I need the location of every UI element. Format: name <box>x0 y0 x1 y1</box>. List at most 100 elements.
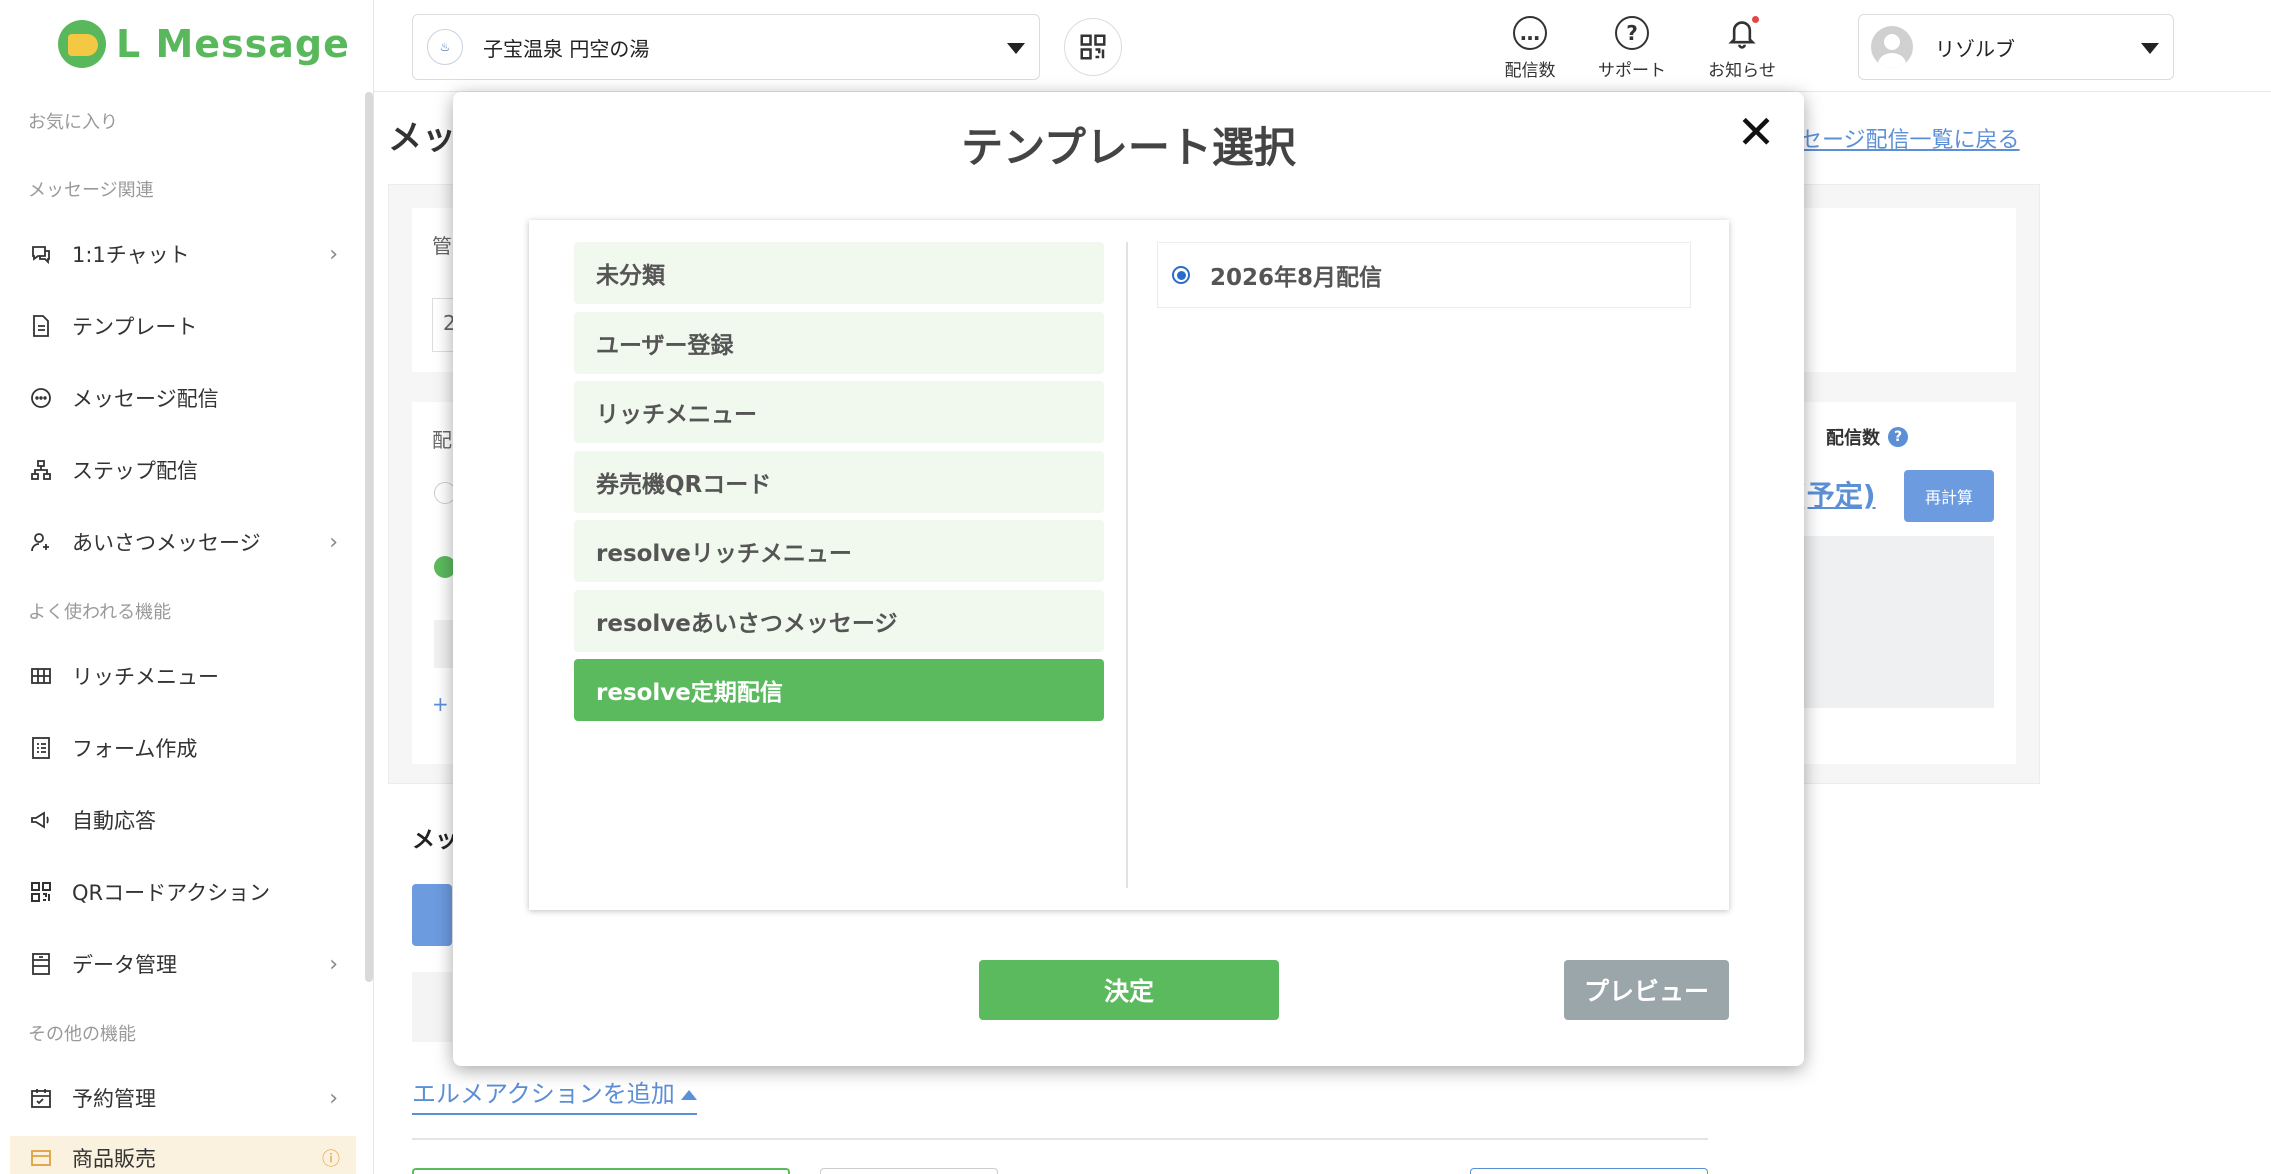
section-favorites: お気に入り <box>28 112 118 133</box>
modal-title: テンプレート選択 <box>961 123 1296 172</box>
chevron-down-icon <box>1007 43 1025 54</box>
section-other: その他の機能 <box>28 1024 136 1045</box>
scheduled-count-link[interactable]: (予定) <box>1794 474 1876 514</box>
sidebar-item-label: 商品販売 <box>72 1147 156 1171</box>
message-editor-area <box>412 972 452 1042</box>
folder-item[interactable]: 未分類 <box>574 242 1104 304</box>
count-detail-box <box>1794 536 1994 708</box>
message-section-title: メッ <box>412 827 458 853</box>
user-name: リゾルブ <box>1935 36 2015 61</box>
recalculate-button[interactable]: 再計算 <box>1904 470 1994 522</box>
template-item[interactable]: 2026年8月配信 <box>1157 242 1691 308</box>
card-icon <box>28 1145 54 1171</box>
alert-icon: ⓘ <box>322 1149 340 1170</box>
grid-icon <box>28 663 54 689</box>
hierarchy-icon <box>28 457 54 483</box>
account-select[interactable]: ♨ 子宝温泉 円空の湯 <box>412 14 1040 80</box>
delivery-count-button[interactable]: … 配信数 <box>1485 16 1575 81</box>
add-condition-link[interactable]: + <box>432 692 449 716</box>
question-icon: ? <box>1615 16 1649 50</box>
account-name: 子宝温泉 円空の湯 <box>483 36 650 61</box>
confirm-button[interactable]: 決定 <box>979 960 1279 1020</box>
sidebar-item-rich-menu[interactable]: リッチメニュー <box>28 654 338 698</box>
sidebar-item-label: QRコードアクション <box>72 881 271 905</box>
chevron-right-icon: › <box>329 951 338 977</box>
sidebar: L Message お気に入り メッセージ関連 1:1チャット › テンプレート… <box>0 0 374 1174</box>
divider <box>412 1138 1708 1140</box>
sidebar-item-label: データ管理 <box>72 953 177 977</box>
sidebar-item-data-management[interactable]: データ管理 › <box>28 942 338 986</box>
notification-dot <box>1752 16 1759 23</box>
chevron-right-icon: › <box>329 1085 338 1111</box>
folder-item[interactable]: resolveリッチメニュー <box>574 520 1104 582</box>
message-dots-icon: … <box>1513 16 1547 50</box>
folder-item[interactable]: resolveあいさつメッセージ <box>574 589 1104 652</box>
template-selector: 未分類 ユーザー登録 リッチメニュー 券売機QRコード resolveリッチメニ… <box>529 220 1729 910</box>
sidebar-item-label: 予約管理 <box>72 1087 156 1111</box>
bottom-button-middle[interactable] <box>820 1168 998 1174</box>
sidebar-item-form[interactable]: フォーム作成 <box>28 726 338 770</box>
sidebar-item-template[interactable]: テンプレート <box>28 304 338 348</box>
back-to-list-link[interactable]: ッセージ配信一覧に戻る <box>1778 122 2020 154</box>
sidebar-item-product-sales[interactable]: 商品販売 ⓘ <box>10 1136 356 1174</box>
support-label: サポート <box>1598 61 1666 81</box>
chevron-right-icon: › <box>329 241 338 267</box>
sidebar-item-message-delivery[interactable]: メッセージ配信 <box>28 376 338 420</box>
bell-icon <box>1725 16 1759 50</box>
sidebar-item-label: あいさつメッセージ <box>72 531 261 555</box>
user-menu[interactable]: リゾルブ <box>1858 14 2174 80</box>
stat-label: 配信数 <box>1826 428 1880 449</box>
avatar <box>1871 26 1913 68</box>
account-logo-icon: ♨ <box>427 29 463 65</box>
chevron-down-icon <box>2141 43 2159 54</box>
add-action-label: エルメアクションを追加 <box>412 1080 675 1108</box>
chevron-right-icon: › <box>329 529 338 555</box>
chat-bubbles-icon <box>28 241 54 267</box>
database-icon <box>28 951 54 977</box>
add-action-toggle[interactable]: エルメアクションを追加 <box>412 1074 697 1115</box>
sidebar-item-label: テンプレート <box>72 315 198 339</box>
close-icon[interactable]: ✕ <box>1732 105 1780 159</box>
folder-list: 未分類 ユーザー登録 リッチメニュー 券売機QRコード resolveリッチメニ… <box>574 242 1104 729</box>
message-bubble-icon <box>28 385 54 411</box>
bottom-button-left[interactable] <box>412 1168 790 1174</box>
help-icon[interactable]: ? <box>1888 427 1908 447</box>
calendar-icon <box>28 1085 54 1111</box>
preview-button[interactable]: プレビュー <box>1564 960 1729 1020</box>
column-divider <box>1126 242 1128 888</box>
qr-code-button[interactable] <box>1064 18 1122 76</box>
sidebar-item-step-delivery[interactable]: ステップ配信 <box>28 448 338 492</box>
user-plus-icon <box>28 529 54 555</box>
section-frequent: よく使われる機能 <box>28 602 172 623</box>
folder-item[interactable]: 券売機QRコード <box>574 450 1104 513</box>
sidebar-item-qr-action[interactable]: QRコードアクション <box>28 870 338 914</box>
caret-up-icon <box>680 1090 697 1100</box>
app-logo[interactable]: L Message <box>58 20 350 68</box>
sidebar-scrollbar[interactable] <box>365 92 373 982</box>
folder-item[interactable]: ユーザー登録 <box>574 311 1104 374</box>
bottom-button-right[interactable] <box>1470 1168 1708 1174</box>
message-tab-button[interactable] <box>412 884 452 946</box>
sidebar-item-chat[interactable]: 1:1チャット › <box>28 232 338 276</box>
sidebar-item-reservation[interactable]: 予約管理 › <box>28 1076 338 1120</box>
sidebar-item-auto-reply[interactable]: 自動応答 <box>28 798 338 842</box>
notifications-button[interactable]: お知らせ <box>1697 16 1787 81</box>
document-icon <box>28 313 54 339</box>
delivery-count-stat: 配信数 ? <box>1826 424 1908 450</box>
section-message: メッセージ関連 <box>28 180 154 201</box>
folder-item-active[interactable]: resolve定期配信 <box>574 659 1104 721</box>
template-select-modal: テンプレート選択 ✕ 未分類 ユーザー登録 リッチメニュー 券売機QRコード r… <box>453 92 1804 1066</box>
qr-code-icon <box>1080 34 1106 60</box>
folder-item[interactable]: リッチメニュー <box>574 381 1104 443</box>
logo-text: L Message <box>116 22 350 66</box>
sidebar-item-label: 自動応答 <box>72 809 156 833</box>
sidebar-item-label: 1:1チャット <box>72 243 190 267</box>
radio-selected-icon[interactable] <box>1172 266 1190 284</box>
delivery-count-label: 配信数 <box>1504 61 1556 81</box>
sidebar-item-label: リッチメニュー <box>72 665 219 689</box>
sidebar-item-greeting[interactable]: あいさつメッセージ › <box>28 520 338 564</box>
delivery-label: 配 <box>432 428 452 452</box>
sidebar-item-label: メッセージ配信 <box>72 387 219 411</box>
support-button[interactable]: ? サポート <box>1587 16 1677 81</box>
list-form-icon <box>28 735 54 761</box>
